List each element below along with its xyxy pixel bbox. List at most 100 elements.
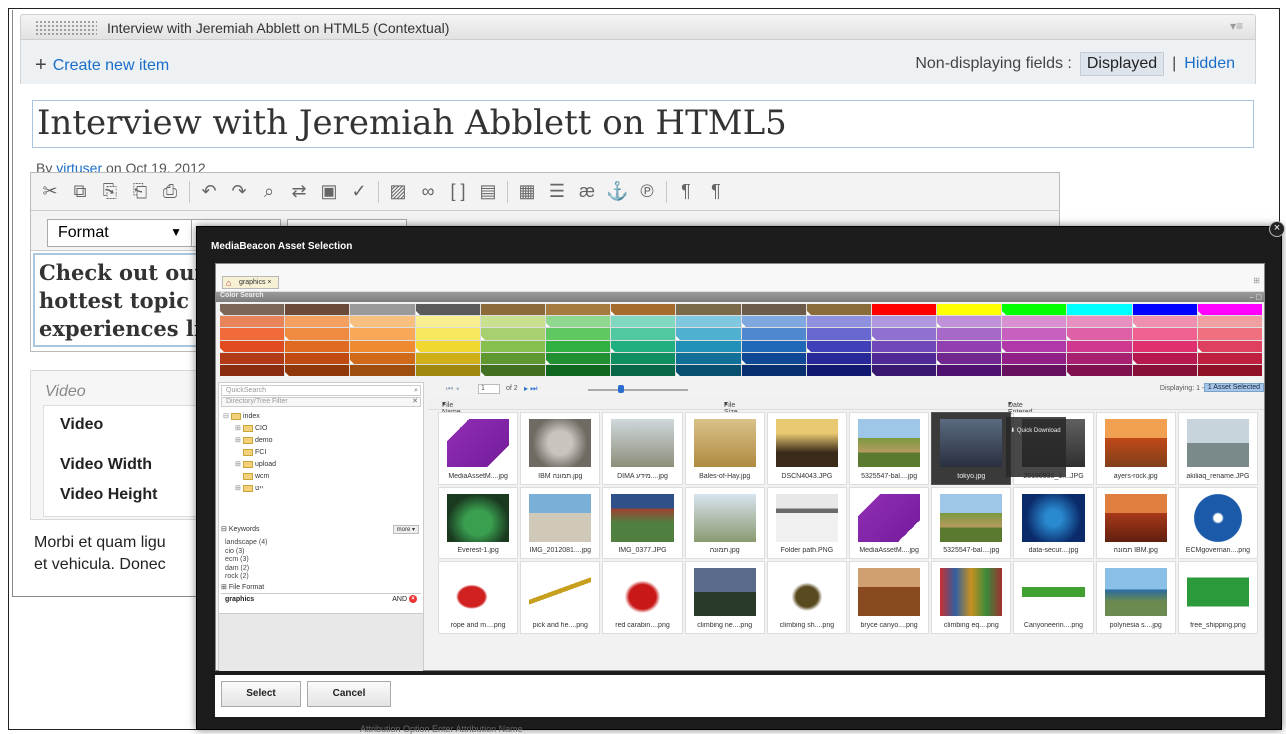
color-swatch[interactable] [350, 304, 415, 316]
color-swatch[interactable] [611, 340, 676, 352]
asset-tile[interactable]: climbing ne....png [684, 561, 765, 634]
color-swatch[interactable] [611, 316, 676, 328]
asset-tile[interactable]: tokyo.jpg ⬇ Quick Download [931, 412, 1067, 485]
color-swatch[interactable] [350, 352, 415, 365]
color-swatch[interactable] [415, 340, 480, 352]
panel-minmax-icon[interactable]: – ▢ [1250, 293, 1262, 301]
asset-tile[interactable]: Folder path.PNG [766, 486, 847, 560]
thumbnail-size-slider[interactable] [588, 389, 688, 391]
quicksearch-input[interactable]: QuickSearch ⌕ [221, 385, 421, 396]
color-swatch[interactable] [1067, 304, 1132, 316]
asset-tile[interactable]: תמונה IBM.jpg [1095, 486, 1176, 560]
color-swatch[interactable] [285, 316, 350, 328]
tree-node[interactable]: ⊟ index [223, 411, 276, 423]
slider-knob[interactable] [618, 385, 624, 393]
select-all-icon[interactable]: ▣ [318, 181, 340, 202]
color-swatch[interactable] [1132, 328, 1197, 340]
color-swatch[interactable] [611, 364, 676, 376]
copy-icon[interactable]: ⧉ [69, 181, 91, 202]
color-swatch[interactable] [1002, 352, 1067, 364]
select-button[interactable]: Select [221, 681, 301, 707]
color-swatch[interactable] [806, 364, 871, 376]
color-swatch[interactable] [611, 304, 676, 316]
asset-tile[interactable]: IMG_0377.JPG [602, 486, 683, 560]
color-swatch[interactable] [1132, 352, 1197, 365]
color-swatch[interactable] [350, 340, 415, 352]
asset-tile[interactable]: polynesia s....jpg [1095, 561, 1176, 634]
color-swatch[interactable] [545, 316, 611, 328]
color-swatch[interactable] [676, 340, 741, 352]
color-swatch[interactable] [937, 364, 1002, 376]
color-swatch[interactable] [937, 304, 1002, 316]
clear-icon[interactable]: ✕ [412, 398, 418, 406]
color-swatch[interactable] [676, 304, 741, 316]
create-new-item-link[interactable]: + Create new item [35, 53, 169, 76]
asset-tile[interactable]: red carabin....png [602, 561, 683, 634]
remove-filter-icon[interactable]: × [409, 595, 417, 604]
rtl-icon[interactable]: ¶ [705, 181, 727, 202]
keyword-item[interactable]: cio (3) [225, 548, 267, 557]
asset-tile[interactable]: ayers-rock.jpg [1095, 412, 1176, 485]
expand-icon[interactable]: ⊞ [235, 483, 243, 495]
keyword-item[interactable]: landscape (4) [225, 539, 267, 548]
color-swatch[interactable] [1002, 328, 1067, 340]
paste-text-icon[interactable]: ⎗ [129, 181, 151, 202]
color-swatch[interactable] [1132, 316, 1197, 328]
col-date-entered[interactable]: Date Entered ▾ [1008, 400, 1033, 416]
color-swatch[interactable] [1132, 364, 1197, 376]
asset-tile[interactable]: climbing sh....png [766, 561, 847, 634]
asset-tile[interactable]: rope and m....png [438, 561, 519, 634]
color-swatch[interactable] [871, 364, 937, 377]
tab-graphics[interactable]: ⌂ graphics × [222, 276, 279, 289]
asset-tile[interactable]: ECMgovernan....png [1177, 486, 1258, 560]
asset-tile[interactable]: 5325547-bal....jpg [848, 412, 930, 485]
color-swatch[interactable] [220, 352, 285, 364]
color-swatch[interactable] [480, 328, 545, 340]
color-swatch[interactable] [415, 328, 480, 340]
asset-tile[interactable]: IMG_2012081....jpg [520, 486, 601, 560]
keyword-item[interactable]: dam (2) [225, 565, 267, 574]
undo-icon[interactable]: ↶ [198, 181, 220, 202]
special-char-icon[interactable]: æ [576, 181, 598, 202]
brackets-icon[interactable]: [ ] [447, 181, 469, 202]
settings-icon[interactable]: ⊞ [1253, 276, 1260, 285]
asset-tile[interactable]: DIMA מידע....jpg [602, 412, 683, 485]
color-swatch[interactable] [285, 364, 350, 377]
redo-icon[interactable]: ↷ [228, 181, 250, 202]
asset-tile[interactable]: 5325547-bal....jpg [931, 486, 1012, 560]
link-icon[interactable]: ∞ [417, 181, 439, 202]
color-swatch[interactable] [415, 352, 480, 364]
color-swatch[interactable] [480, 316, 545, 328]
paste-icon[interactable]: ⎘ [99, 181, 121, 202]
search-icon[interactable]: ⌕ [414, 386, 418, 395]
image-icon[interactable]: ▨ [387, 181, 409, 202]
asset-tile[interactable]: data-secur....jpg [1013, 486, 1094, 560]
expand-icon[interactable]: ⊞ [235, 435, 243, 447]
format-dropdown[interactable]: Format ▼ [47, 219, 193, 247]
color-swatch[interactable] [1002, 364, 1067, 376]
cancel-button[interactable]: Cancel [307, 681, 391, 707]
color-swatch[interactable] [676, 352, 741, 364]
color-swatch[interactable] [350, 364, 415, 376]
color-swatch[interactable] [741, 340, 806, 352]
color-swatch[interactable] [1067, 352, 1132, 364]
spellcheck-icon[interactable]: ✓ [348, 181, 370, 202]
asset-tile[interactable]: MediaAssetM....jpg [848, 486, 930, 560]
keyword-item[interactable]: ecm (3) [225, 556, 267, 565]
color-swatch[interactable] [806, 316, 871, 328]
table-icon[interactable]: ▦ [516, 181, 538, 202]
color-swatch[interactable] [937, 352, 1002, 365]
color-swatch[interactable] [611, 352, 676, 364]
asset-tile[interactable]: bryce canyo....png [848, 561, 930, 634]
page-number-input[interactable]: 1 [478, 384, 500, 394]
template-icon[interactable]: ▤ [477, 181, 499, 202]
color-swatch[interactable] [871, 352, 937, 364]
color-swatch[interactable] [741, 328, 806, 340]
color-swatch[interactable] [1197, 352, 1262, 364]
color-swatch[interactable] [806, 340, 871, 352]
replace-icon[interactable]: ⇄ [288, 181, 310, 202]
tree-node[interactable]: ⊞ upload [223, 459, 276, 471]
color-swatch[interactable] [480, 304, 545, 316]
next-page-icons[interactable]: ▸ ⏭ [524, 384, 537, 394]
asset-tile[interactable]: akiliaq_rename.JPG [1177, 412, 1258, 485]
